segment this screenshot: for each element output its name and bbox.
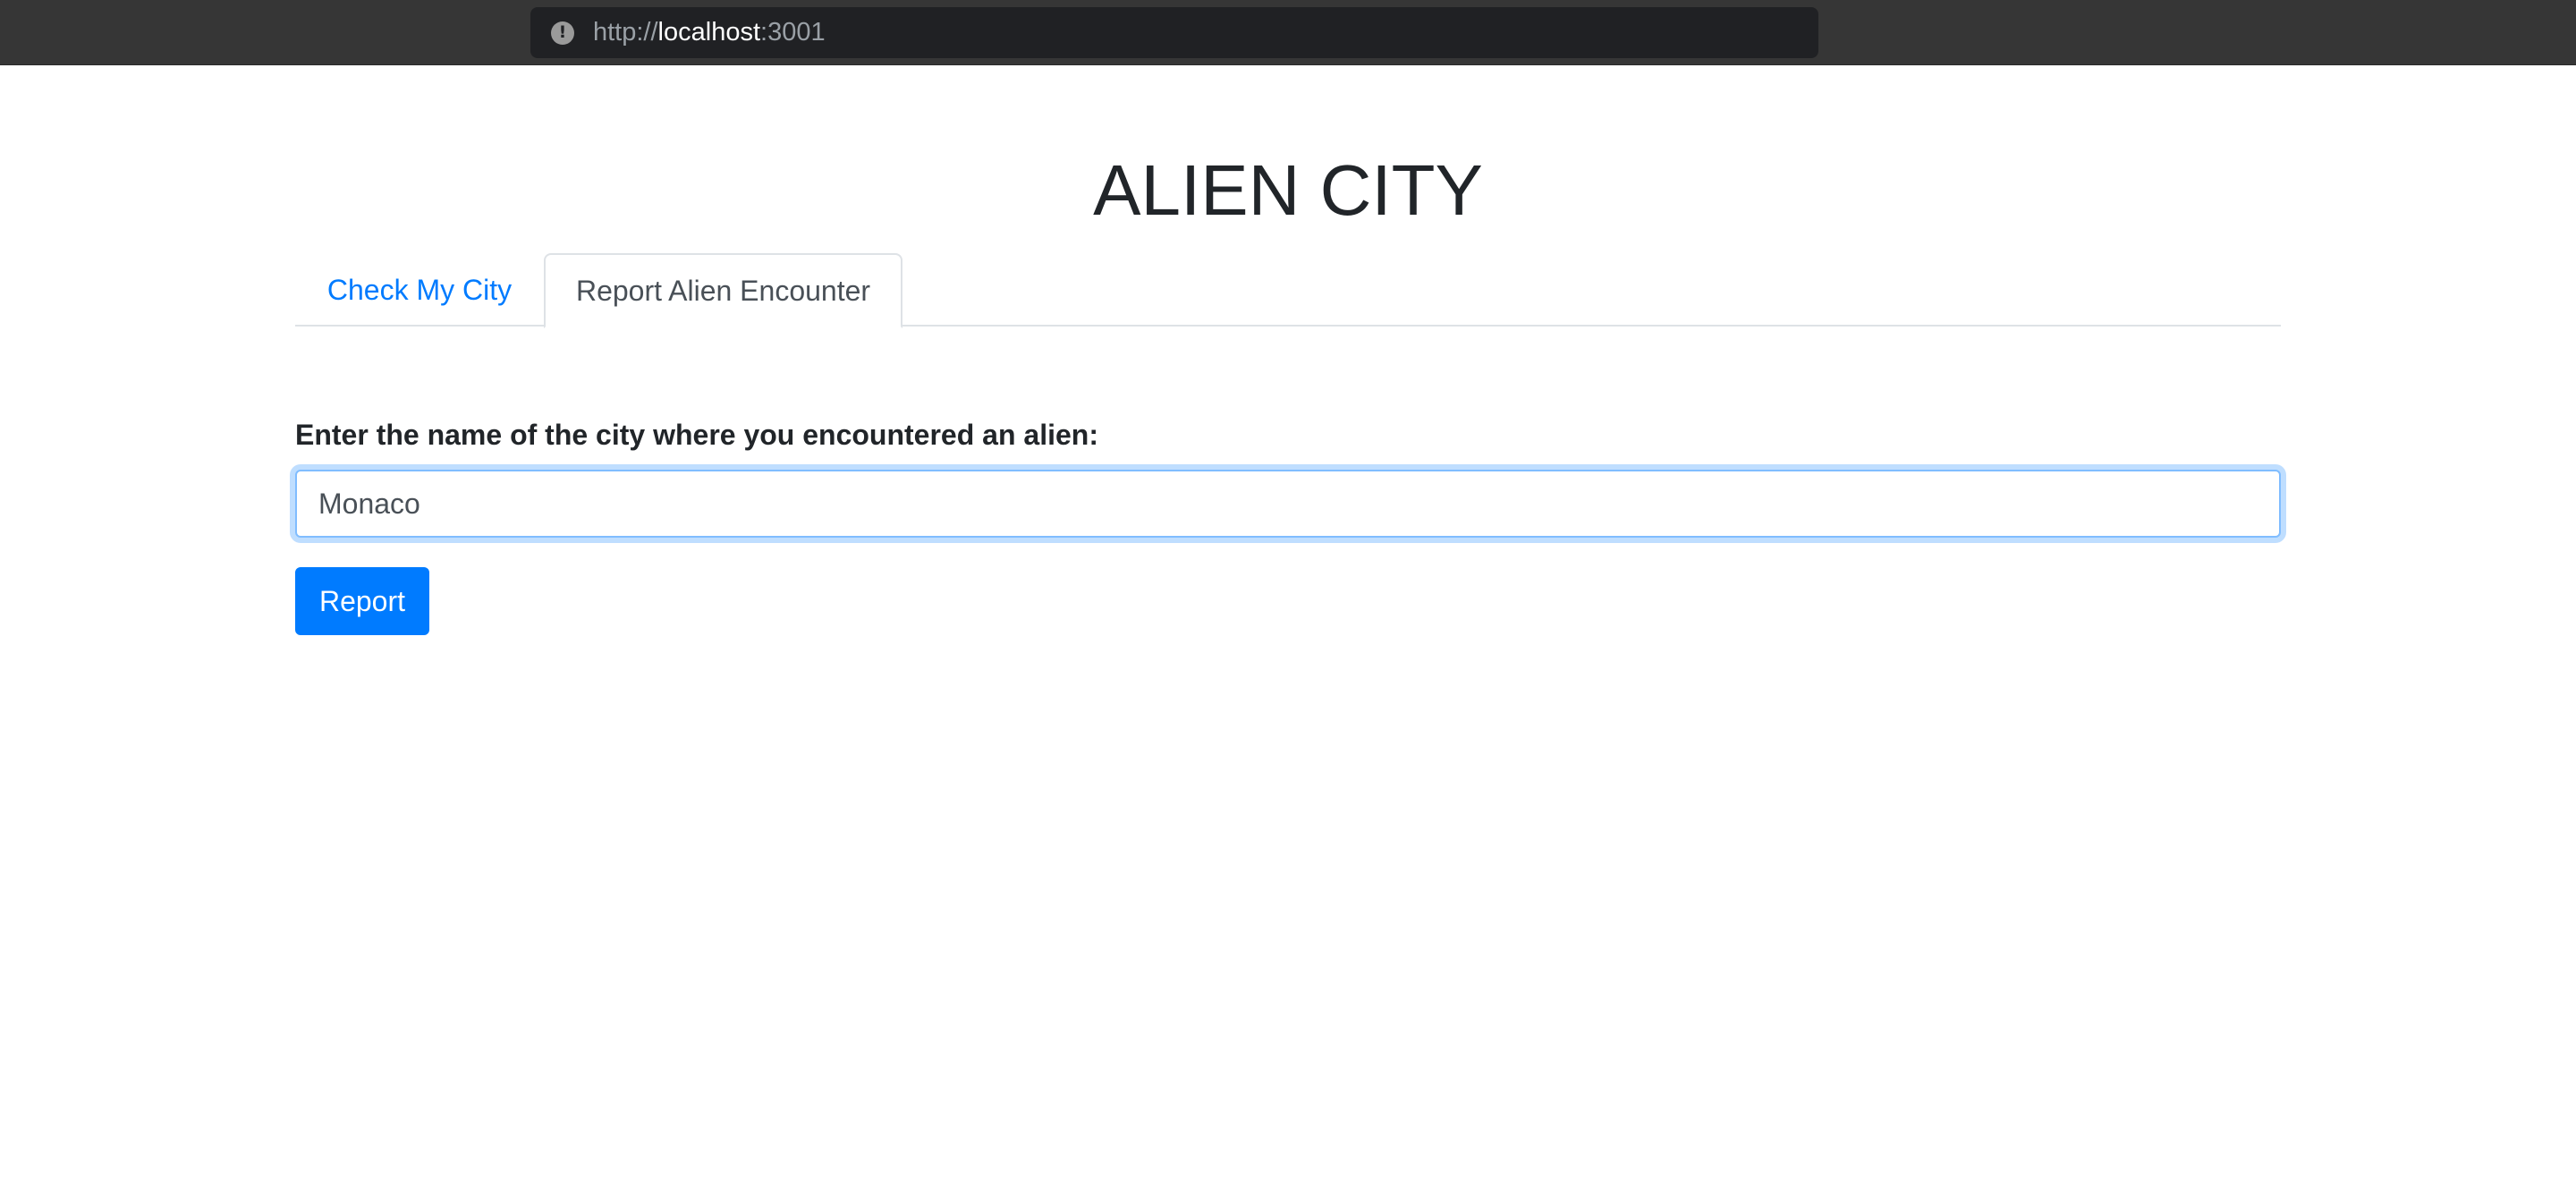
browser-toolbar: ! http://localhost:3001 [0, 0, 2576, 65]
url-text[interactable]: http://localhost:3001 [593, 18, 826, 47]
tab-report-alien-encounter[interactable]: Report Alien Encounter [544, 253, 902, 328]
city-field-label: Enter the name of the city where you enc… [295, 419, 1098, 451]
tab-check-my-city[interactable]: Check My City [295, 253, 544, 327]
city-input[interactable] [295, 470, 2281, 538]
page-title: ALIEN CITY [1093, 150, 1483, 230]
url-scheme: http:// [593, 18, 658, 47]
url-port: :3001 [760, 18, 826, 47]
tab-bar: Check My City Report Alien Encounter [295, 253, 2281, 328]
url-host: localhost [657, 18, 761, 47]
info-icon[interactable]: ! [551, 21, 574, 45]
report-button[interactable]: Report [295, 567, 429, 635]
address-bar[interactable]: ! http://localhost:3001 [530, 7, 1818, 58]
